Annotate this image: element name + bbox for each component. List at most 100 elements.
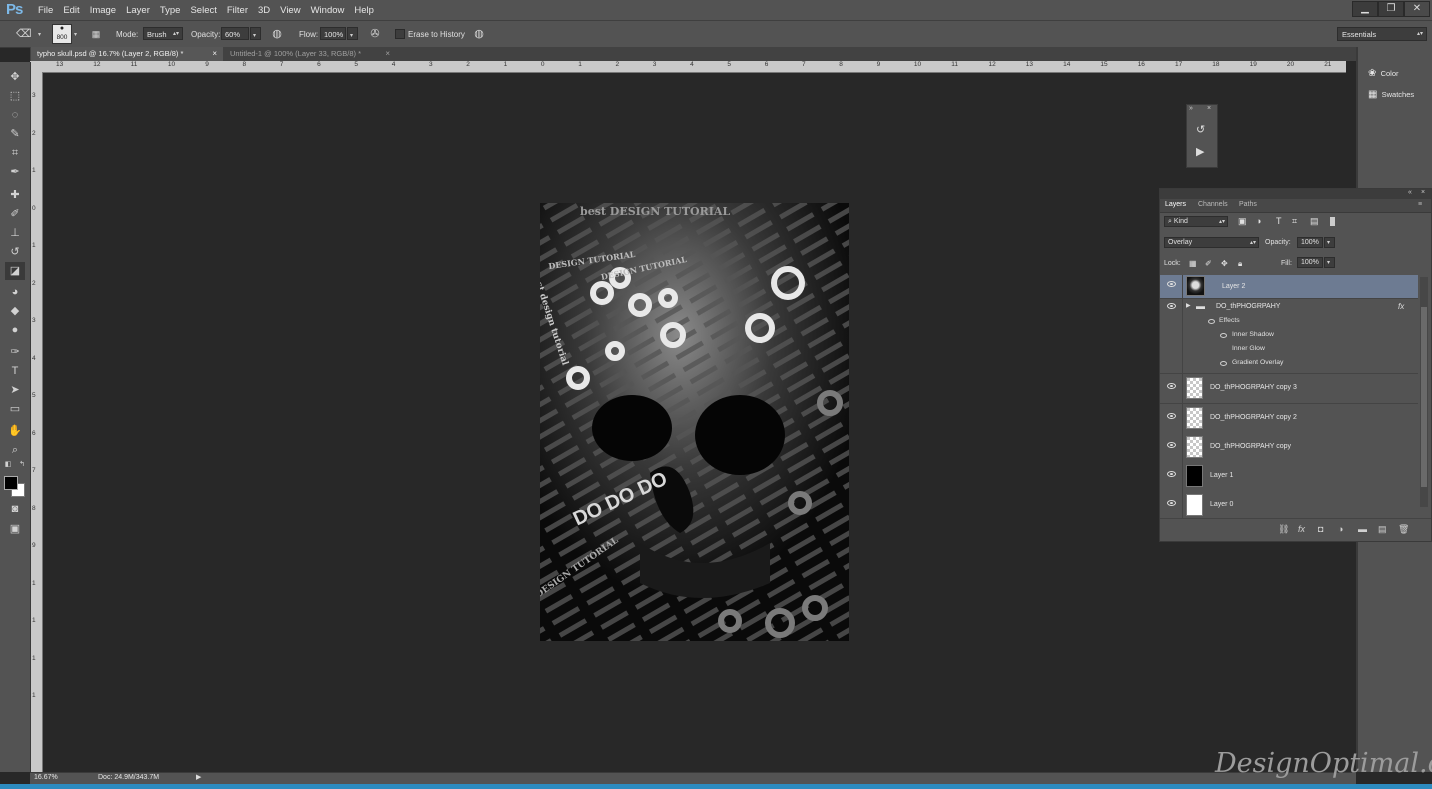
brush-tool-icon[interactable]: ✐ [5, 205, 25, 223]
restore-button[interactable]: ❐ [1378, 1, 1404, 17]
status-menu-arrow-icon[interactable]: ▶ [196, 773, 201, 781]
new-group-icon[interactable]: ▬ [1358, 524, 1367, 534]
quick-mask-icon[interactable]: ◙ [5, 500, 25, 518]
lasso-tool-icon[interactable]: ◌ [5, 106, 25, 124]
filter-kind-select[interactable]: ⌕ Kind ▴▾ [1164, 216, 1228, 227]
filter-toggle[interactable] [1330, 217, 1335, 226]
path-selection-tool-icon[interactable]: ➤ [5, 381, 25, 399]
history-icon[interactable]: ↺ [1196, 123, 1205, 136]
effects-eye-icon[interactable] [1208, 319, 1215, 324]
airbrush-icon[interactable]: ✇ [368, 27, 382, 41]
zoom-level[interactable]: 16.67% [34, 772, 58, 784]
new-layer-icon[interactable]: ▤ [1378, 524, 1387, 535]
opacity-input[interactable]: 60% [221, 27, 249, 40]
workspace-select[interactable]: Essentials ▴▾ [1337, 27, 1427, 41]
default-colors-icon[interactable]: ◧ [2, 460, 14, 470]
lock-all-icon[interactable]: 🔒︎ [1238, 259, 1242, 269]
lock-transparent-icon[interactable]: ▦ [1189, 259, 1197, 268]
menu-image[interactable]: Image [86, 5, 122, 16]
fill-dropdown[interactable]: ▾ [1324, 257, 1335, 268]
minimize-button[interactable]: ▁ [1352, 1, 1378, 17]
filter-smart-object-icon[interactable]: ▤ [1310, 216, 1319, 227]
layer-opacity-input[interactable]: 100% [1297, 237, 1323, 248]
eraser-tool-icon[interactable]: ◪ [5, 262, 25, 280]
crop-tool-icon[interactable]: ⌗ [5, 144, 25, 162]
marquee-tool-icon[interactable]: ⬚ [5, 87, 25, 105]
blur-tool-icon[interactable]: ◆ [5, 302, 25, 320]
foreground-color-front[interactable] [4, 476, 18, 490]
group-expand-icon[interactable]: ▶ [1186, 302, 1191, 309]
tab-layers[interactable]: Layers [1165, 201, 1186, 208]
menu-help[interactable]: Help [350, 5, 380, 16]
flow-dropdown[interactable]: ▾ [347, 27, 358, 40]
new-adjustment-icon[interactable]: ◑ [1338, 524, 1343, 534]
panel-menu-icon[interactable]: ≡ [1418, 201, 1422, 208]
filter-pixel-icon[interactable]: ▣ [1238, 216, 1247, 227]
menu-filter[interactable]: Filter [223, 5, 254, 16]
tool-preset-arrow-icon[interactable]: ▾ [38, 31, 41, 38]
effect-inner-shadow[interactable]: Inner Shadow [1232, 331, 1274, 338]
pen-tool-icon[interactable]: ✑ [5, 343, 25, 361]
paint-bucket-tool-icon[interactable]: ◕ [5, 283, 25, 301]
ruler-top[interactable]: 13 12 11 10 9 8 7 6 5 4 3 2 1 0 1 2 3 4 5 6 7 8 9 10 11 12 13 14 15 1… [42, 61, 1346, 73]
document-canvas[interactable]: best DESIGN TUTORIAL DESIGN TUTORIAL DES… [540, 203, 849, 641]
add-mask-icon[interactable]: ◘ [1318, 524, 1323, 534]
layer-row-copy-3[interactable]: DO_thPHOGRPAHY copy 3 [1160, 374, 1418, 404]
clone-stamp-tool-icon[interactable]: ⊥ [5, 224, 25, 242]
quick-selection-tool-icon[interactable]: ✎ [5, 125, 25, 143]
layer-opacity-dropdown[interactable]: ▾ [1324, 237, 1335, 248]
actions-play-icon[interactable]: ▶ [1196, 145, 1204, 158]
visibility-toggle[interactable] [1160, 404, 1183, 433]
fill-input[interactable]: 100% [1297, 257, 1323, 268]
ruler-left[interactable]: 3 2 1 0 1 2 3 4 5 6 7 8 9 1 1 1 1 [30, 72, 43, 772]
menu-file[interactable]: File [34, 5, 59, 16]
menu-layer[interactable]: Layer [122, 5, 156, 16]
effect-gradient-overlay[interactable]: Gradient Overlay [1232, 359, 1283, 366]
scrollbar-thumb[interactable] [1421, 307, 1427, 487]
effect-eye-icon[interactable] [1220, 361, 1227, 366]
dock-swatches[interactable]: ▦ Swatches [1368, 89, 1414, 100]
tab-untitled-1[interactable]: Untitled-1 @ 100% (Layer 33, RGB/8) * × [224, 47, 396, 61]
delete-layer-icon[interactable]: 🗑︎ [1398, 524, 1409, 535]
tab-channels[interactable]: Channels [1198, 201, 1228, 208]
menu-view[interactable]: View [276, 5, 306, 16]
visibility-toggle[interactable] [1160, 462, 1183, 491]
zoom-tool-icon[interactable]: ⌕ [5, 441, 25, 459]
effect-eye-icon[interactable] [1220, 333, 1227, 338]
layers-scrollbar[interactable] [1420, 277, 1428, 507]
menu-type[interactable]: Type [156, 5, 187, 16]
layer-row-group[interactable]: ▶ ▬ DO_thPHOGRPAHY fx Effects Inner Shad… [1160, 299, 1418, 374]
tab-typho-skull[interactable]: typho skull.psd @ 16.7% (Layer 2, RGB/8)… [31, 47, 223, 61]
visibility-toggle[interactable] [1160, 299, 1183, 373]
lock-position-icon[interactable]: ✥ [1221, 259, 1228, 268]
close-button[interactable]: ✕ [1404, 1, 1430, 17]
layer-row-copy-2[interactable]: DO_thPHOGRPAHY copy 2 [1160, 404, 1418, 434]
menu-edit[interactable]: Edit [59, 5, 85, 16]
menu-3d[interactable]: 3D [254, 5, 276, 16]
eyedropper-tool-icon[interactable]: ✒ [5, 163, 25, 181]
layers-panel-header[interactable]: « × [1160, 189, 1431, 199]
filter-adjustment-icon[interactable]: ◑ [1256, 216, 1261, 226]
healing-brush-tool-icon[interactable]: ✚ [5, 186, 25, 204]
screen-mode-icon[interactable]: ▣ [5, 520, 25, 538]
dodge-tool-icon[interactable]: ● [5, 321, 25, 339]
hand-tool-icon[interactable]: ✋ [5, 422, 25, 440]
opacity-dropdown[interactable]: ▾ [250, 27, 261, 40]
menu-window[interactable]: Window [307, 5, 351, 16]
collapse-icon[interactable]: « [1408, 189, 1412, 196]
brush-panel-toggle-icon[interactable]: ▦ [89, 27, 103, 41]
history-brush-tool-icon[interactable]: ↺ [5, 243, 25, 261]
swap-colors-icon[interactable]: ↰ [16, 460, 28, 470]
tab-close-icon[interactable]: × [212, 47, 217, 61]
fx-icon[interactable]: fx [1398, 302, 1404, 311]
type-tool-icon[interactable]: T [5, 362, 25, 380]
visibility-toggle[interactable] [1160, 491, 1183, 520]
blend-mode-select[interactable]: Overlay ▴▾ [1164, 237, 1259, 248]
eraser-tool-icon[interactable]: ⌫ [16, 27, 32, 41]
move-tool-icon[interactable]: ✥ [5, 68, 25, 86]
tab-paths[interactable]: Paths [1239, 201, 1257, 208]
rectangle-tool-icon[interactable]: ▭ [5, 400, 25, 418]
visibility-toggle[interactable] [1160, 374, 1183, 403]
document-size-info[interactable]: Doc: 24.9M/343.7M [98, 772, 159, 784]
lock-image-icon[interactable]: ✐ [1205, 259, 1212, 268]
